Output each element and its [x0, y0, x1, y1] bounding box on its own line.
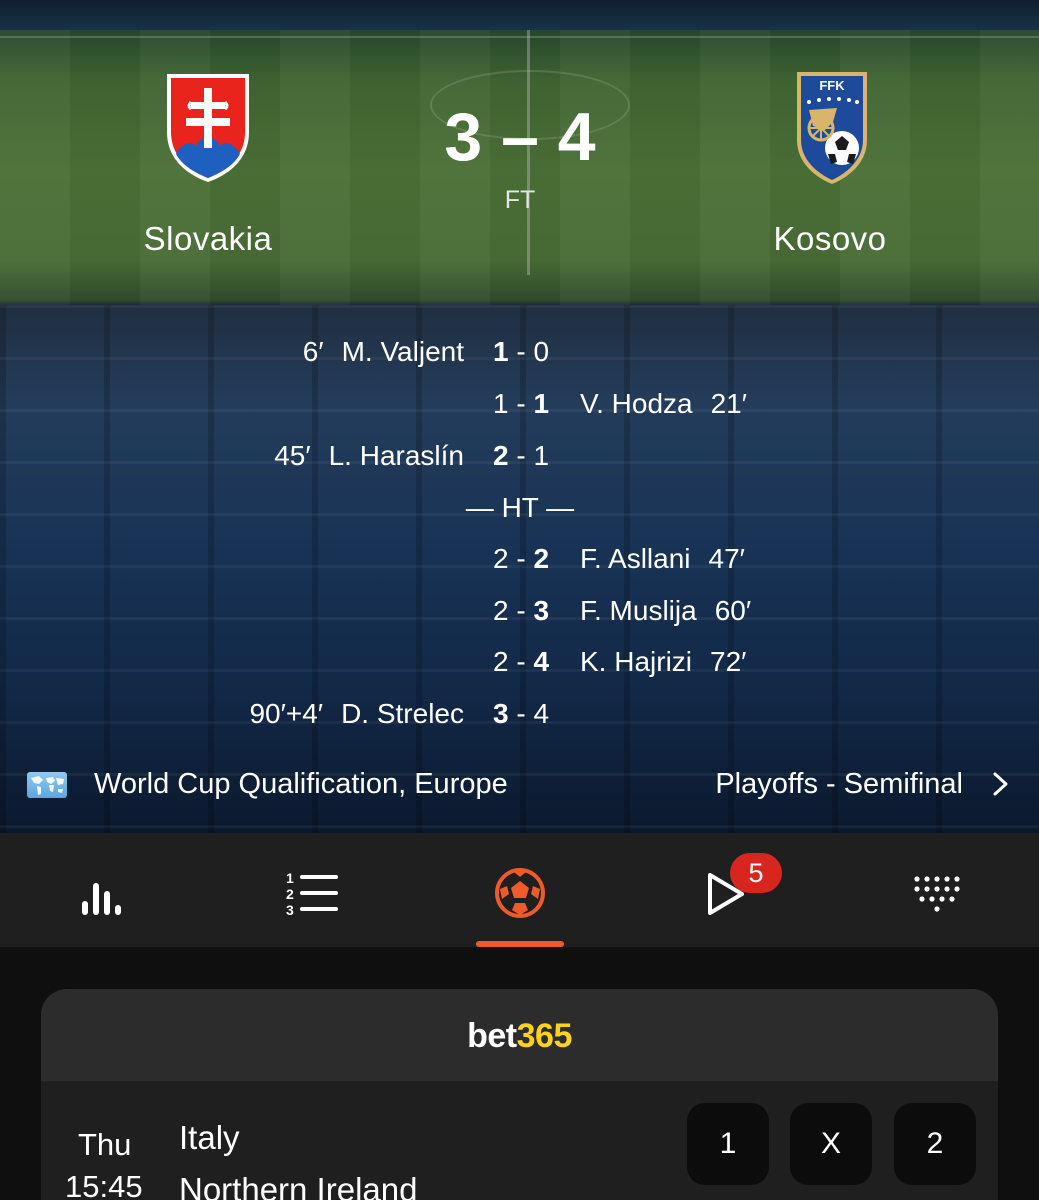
halftime-divider: — HT —	[465, 492, 575, 523]
svg-text:2: 2	[286, 886, 294, 902]
crest-text: FFK	[819, 78, 845, 93]
tab-standings[interactable]: 1 2 3	[284, 863, 344, 923]
running-score: 3 - 4	[492, 698, 550, 729]
tab-stats[interactable]	[74, 863, 134, 923]
svg-text:1: 1	[286, 870, 294, 886]
goal-scorer: V. Hodza	[580, 388, 693, 419]
odds-home-button[interactable]: 1	[687, 1103, 769, 1185]
goal-minute: 6′	[302, 336, 324, 367]
goal-minute: 21′	[710, 388, 748, 419]
numbered-list-icon: 1 2 3	[286, 870, 338, 918]
competition-name: World Cup Qualification, Europe	[94, 768, 508, 800]
formation-dots-icon	[914, 876, 960, 912]
goal-event[interactable]: 6′ M. Valjent 1 - 0	[0, 336, 1039, 376]
goal-minute: 90′+4′	[249, 698, 324, 729]
home-team-name[interactable]: Slovakia	[108, 220, 308, 258]
goal-scorer: F. Asllani	[580, 543, 691, 574]
goal-scorer: L. Haraslín	[328, 440, 464, 471]
match-header: FFK Slovakia Kosovo 3 – 4 FT 6′ M. Valjen…	[0, 0, 1039, 833]
goal-minute: 60′	[714, 595, 752, 626]
videos-count-badge: 5	[730, 853, 782, 893]
chevron-right-icon[interactable]	[991, 766, 1011, 802]
running-score: 2 - 1	[492, 440, 550, 471]
goal-minute: 47′	[708, 543, 745, 574]
goal-event[interactable]: 90′+4′ D. Strelec 3 - 4	[0, 698, 1039, 738]
goal-scorer: K. Hajrizi	[580, 646, 693, 677]
odds-label: X	[820, 1127, 841, 1160]
fixture-day: Thu	[78, 1127, 132, 1162]
active-tab-indicator	[476, 941, 564, 947]
fixture-time: 15:45	[65, 1169, 143, 1200]
running-score: 2 - 2	[492, 543, 550, 574]
goal-scorer: F. Muslija	[580, 595, 697, 626]
soccer-ball-icon	[495, 868, 545, 918]
slovakia-flag-icon[interactable]	[163, 72, 253, 189]
goal-event[interactable]: 45′ L. Haraslín 2 - 1	[0, 440, 1039, 480]
running-score: 1 - 0	[492, 336, 550, 367]
running-score: 1 - 1	[492, 388, 550, 419]
odds-label: 1	[719, 1127, 737, 1160]
bar-chart-icon	[82, 883, 121, 915]
goal-event[interactable]: 2 - 4 K. Hajrizi 72′	[0, 646, 1039, 686]
goal-scorer: D. Strelec	[341, 698, 464, 729]
running-score: 2 - 4	[492, 646, 550, 677]
goal-minute: 72′	[710, 646, 747, 677]
bet365-logo[interactable]: bet365	[41, 1017, 998, 1056]
betting-card: bet365 Thu 15:45 Italy Northern Ireland …	[41, 989, 998, 1200]
tab-lineups[interactable]	[905, 863, 965, 923]
goal-event[interactable]: 1 - 1 V. Hodza 21′	[0, 388, 1039, 428]
running-score: 2 - 3	[492, 595, 550, 626]
fixture-away-team[interactable]: Northern Ireland	[179, 1171, 417, 1200]
match-tab-bar: 1 2 3	[0, 833, 1039, 947]
svg-text:3: 3	[286, 902, 294, 918]
world-map-icon	[27, 772, 67, 798]
fixture-home-team[interactable]: Italy	[179, 1119, 240, 1157]
goal-minute: 45′	[274, 440, 311, 471]
competition-row[interactable]: World Cup Qualification, Europe Playoffs…	[0, 764, 1039, 808]
kosovo-ffk-crest-icon[interactable]: FFK	[795, 70, 869, 191]
goal-event[interactable]: 2 - 3 F. Muslija 60′	[0, 595, 1039, 635]
tab-match[interactable]	[490, 863, 550, 923]
match-status: FT	[504, 186, 536, 214]
odds-label: 2	[926, 1127, 944, 1160]
betting-card-header: bet365	[41, 989, 998, 1081]
goal-event[interactable]: 2 - 2 F. Asllani 47′	[0, 543, 1039, 583]
competition-round: Playoffs - Semifinal	[715, 768, 963, 800]
odds-away-button[interactable]: 2	[894, 1103, 976, 1185]
match-score: 3 – 4	[444, 99, 596, 175]
goal-scorer: M. Valjent	[341, 336, 464, 367]
away-team-name[interactable]: Kosovo	[730, 220, 930, 258]
odds-draw-button[interactable]: X	[790, 1103, 872, 1185]
